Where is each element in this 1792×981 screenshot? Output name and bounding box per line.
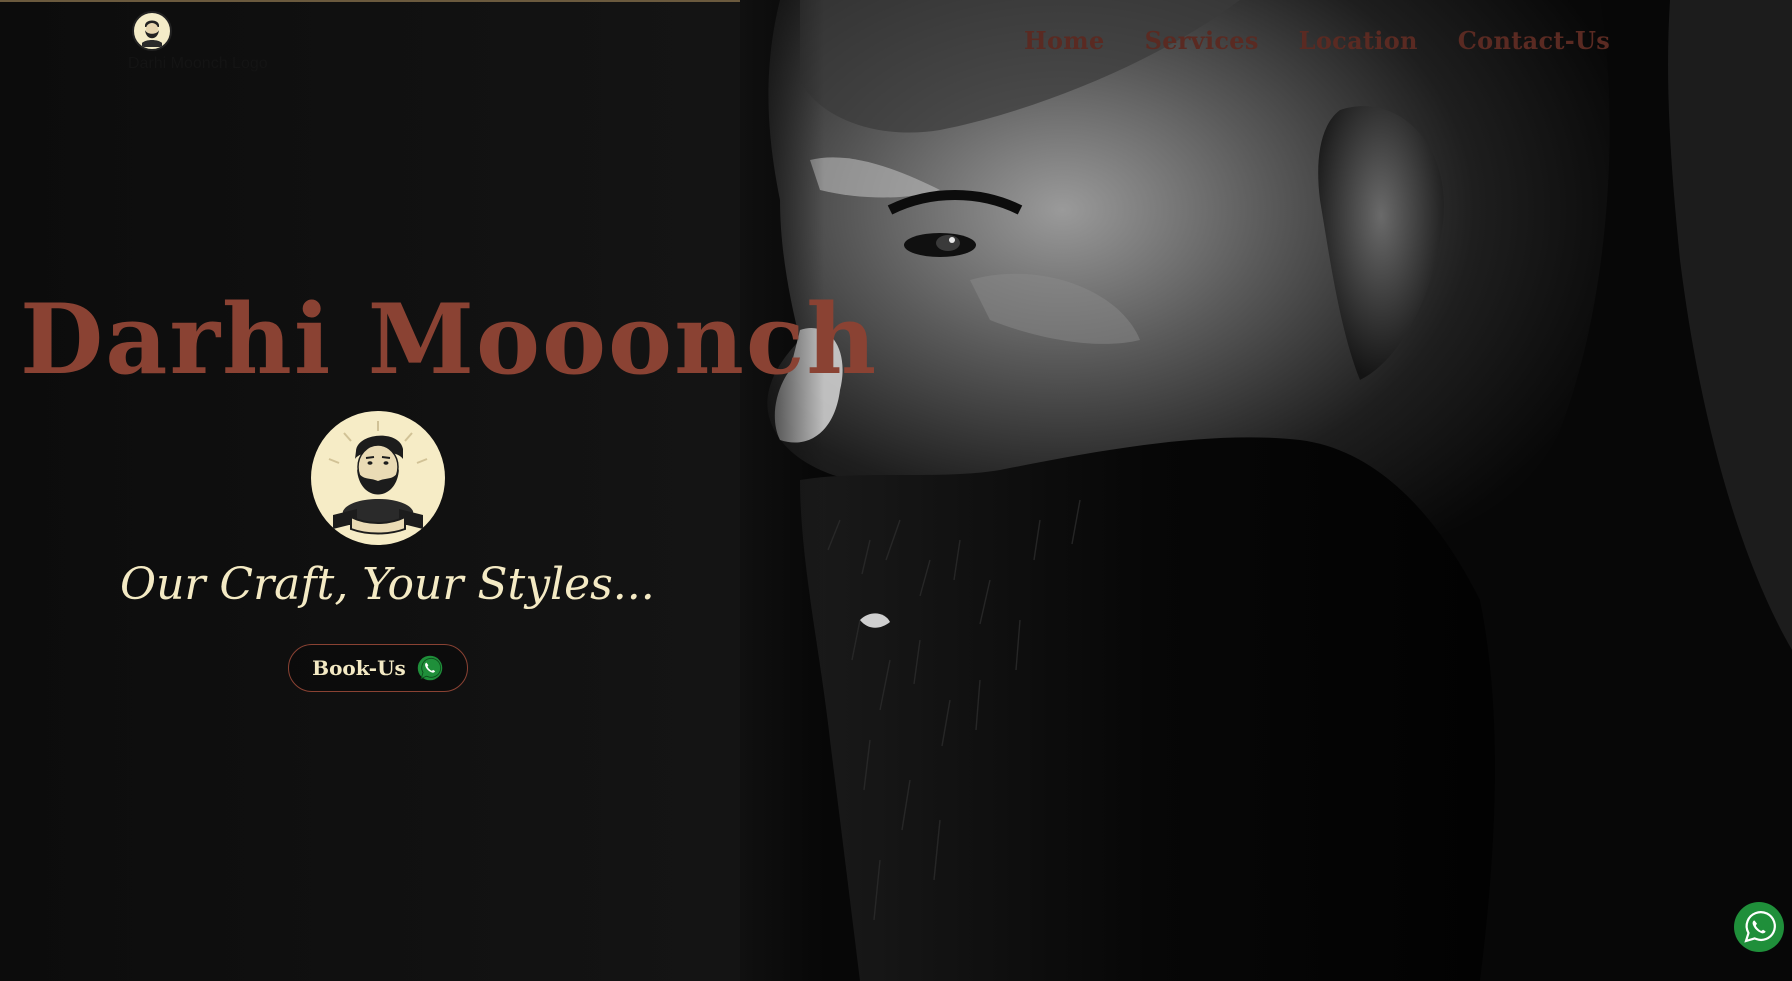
whatsapp-float-icon[interactable] <box>1733 901 1785 953</box>
logo-alt-text: Darhi Moonch Logo <box>128 55 268 72</box>
book-us-button[interactable]: Book-Us <box>288 644 468 692</box>
main-nav: Home Services Location Contact-Us <box>1024 26 1610 55</box>
nav-home[interactable]: Home <box>1024 26 1105 55</box>
brand-title: Darhi Mooonch <box>20 283 879 396</box>
hero-background-image <box>740 0 1792 981</box>
nav-services[interactable]: Services <box>1145 26 1259 55</box>
whatsapp-icon <box>417 655 443 681</box>
hero-section: Darhi Moonch Logo Home Services Location… <box>0 0 1792 981</box>
bearded-man-emblem-icon <box>312 412 444 544</box>
hero-logo <box>311 411 445 545</box>
book-us-label: Book-Us <box>312 656 406 680</box>
site-logo[interactable] <box>132 11 172 51</box>
nav-location[interactable]: Location <box>1299 26 1418 55</box>
bearded-man-logo-icon <box>135 14 169 48</box>
nav-contact-us[interactable]: Contact-Us <box>1458 26 1610 55</box>
hero-tagline: Our Craft, Your Styles... <box>120 559 655 610</box>
